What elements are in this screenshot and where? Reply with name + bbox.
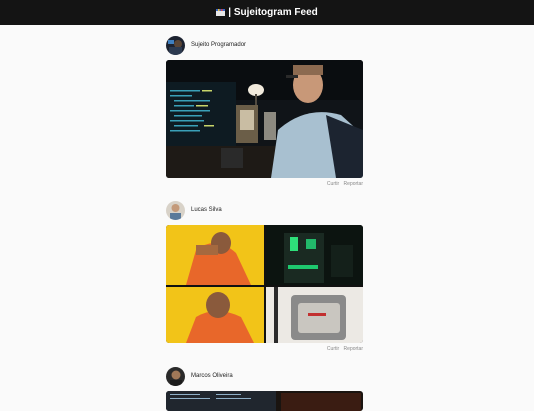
post-actions: Curtir Reportar: [166, 346, 363, 352]
top-bar: | Sujeitogram Feed: [0, 0, 534, 25]
like-button[interactable]: Curtir: [327, 346, 339, 352]
report-button[interactable]: Reportar: [344, 181, 363, 187]
post-header: Marcos Oliveira: [166, 366, 363, 386]
post-image: [166, 391, 363, 411]
post-image: [166, 60, 363, 178]
film-clapper-icon: [216, 9, 226, 16]
post-card: Lucas Silva Curtir Reportar: [166, 200, 363, 352]
avatar[interactable]: [166, 366, 185, 386]
post-header: Sujeito Programador: [166, 35, 363, 55]
avatar[interactable]: [166, 35, 185, 55]
post-author[interactable]: Lucas Silva: [191, 207, 222, 213]
page-title: | Sujeitogram Feed: [228, 7, 318, 18]
like-button[interactable]: Curtir: [327, 181, 339, 187]
post-author[interactable]: Marcos Oliveira: [191, 373, 233, 379]
report-button[interactable]: Reportar: [344, 346, 363, 352]
avatar[interactable]: [166, 200, 185, 220]
post-card: Sujeito Programador Curtir Reportar: [166, 35, 363, 187]
post-author[interactable]: Sujeito Programador: [191, 42, 246, 48]
post-image: [166, 225, 363, 343]
post-header: Lucas Silva: [166, 200, 363, 220]
post-card: Marcos Oliveira: [166, 366, 363, 411]
post-actions: Curtir Reportar: [166, 181, 363, 187]
